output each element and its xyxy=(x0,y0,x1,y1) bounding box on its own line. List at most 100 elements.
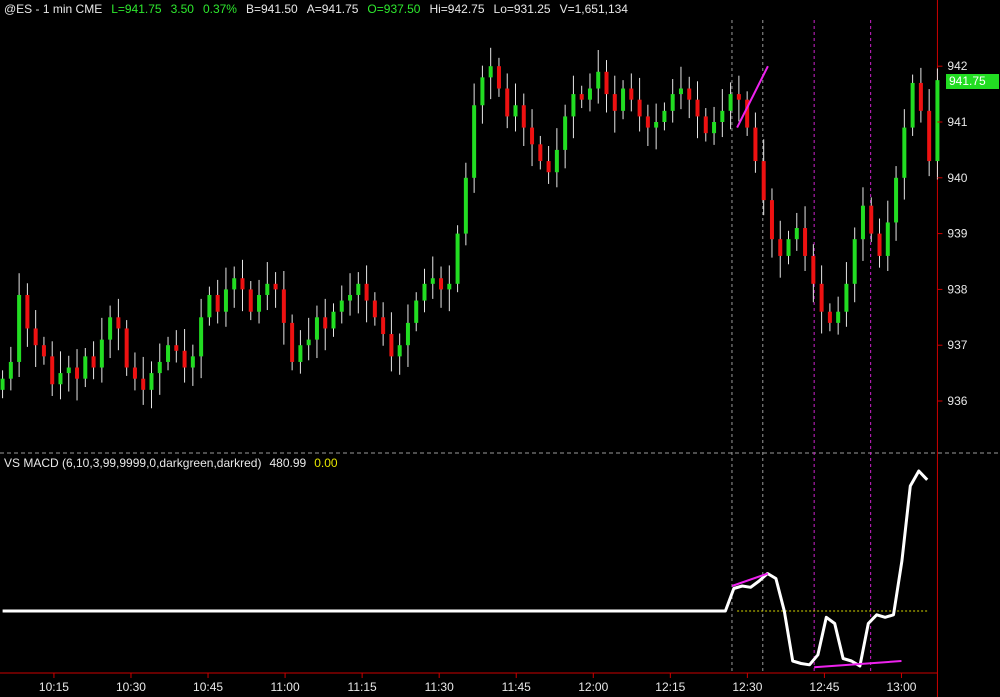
candle-body xyxy=(405,322,410,346)
candle-body xyxy=(894,177,899,223)
candle-body xyxy=(513,105,518,117)
price-candles xyxy=(0,47,940,409)
candle-body xyxy=(174,345,179,351)
candle-body xyxy=(273,283,278,290)
y-tick-label: 940 xyxy=(947,171,967,185)
candle-body xyxy=(645,116,650,128)
candle-body xyxy=(546,161,551,173)
candle-body xyxy=(579,94,584,100)
x-tick-label: 10:15 xyxy=(39,680,69,694)
candle-body xyxy=(521,105,526,128)
y-tick-label: 936 xyxy=(947,394,967,408)
candle-body xyxy=(339,300,344,312)
candle-body xyxy=(811,255,816,284)
x-tick-label: 11:00 xyxy=(271,680,300,694)
x-tick-label: 12:15 xyxy=(655,680,685,694)
indicator-zero: 0.00 xyxy=(314,456,338,470)
price-axis: 936 937 938 939 940 941 942 xyxy=(937,59,968,408)
candle-body xyxy=(356,283,361,295)
candle-body xyxy=(141,378,146,390)
candle-body xyxy=(596,71,601,89)
candle-body xyxy=(563,116,568,150)
indicator-name: VS MACD (6,10,3,99,9999,0,darkgreen,dark… xyxy=(4,456,262,470)
volume: V=1,651,134 xyxy=(559,2,628,16)
candle-body xyxy=(935,80,940,162)
candle-body xyxy=(25,294,30,329)
candle-body xyxy=(480,77,485,106)
candle-body xyxy=(323,317,328,329)
candle-body xyxy=(149,373,154,390)
candle-body xyxy=(215,294,220,312)
candle-body xyxy=(257,294,262,312)
candle-body xyxy=(720,110,725,122)
y-tick-label: 937 xyxy=(947,338,967,352)
candle-body xyxy=(306,339,311,346)
last-price: L=941.75 xyxy=(111,2,162,16)
candle-body xyxy=(364,283,369,301)
candle-body xyxy=(662,110,667,122)
candle-body xyxy=(902,127,907,178)
candle-body xyxy=(761,161,766,201)
candle-body xyxy=(695,99,700,117)
candle-body xyxy=(223,289,228,312)
net-change: 3.50 xyxy=(170,2,194,16)
candle-body xyxy=(439,278,444,290)
macd-panel xyxy=(2,469,929,669)
x-tick-label: 12:30 xyxy=(732,680,762,694)
candle-body xyxy=(132,367,137,379)
candle-body xyxy=(712,122,717,134)
candle-body xyxy=(803,228,808,256)
indicator-value: 480.99 xyxy=(269,456,307,470)
candle-body xyxy=(496,66,501,89)
candle-body xyxy=(75,367,80,379)
candle-body xyxy=(58,373,63,385)
high-price: Hi=942.75 xyxy=(429,2,485,16)
candle-body xyxy=(852,239,857,284)
candle-body xyxy=(621,88,626,111)
pct-change: 0.37% xyxy=(202,2,237,16)
candle-body xyxy=(488,66,493,78)
ask-price: A=941.75 xyxy=(306,2,359,16)
candle-body xyxy=(240,278,245,290)
candle-body xyxy=(124,328,129,368)
candle-body xyxy=(108,317,113,340)
candle-body xyxy=(455,233,460,284)
open-price: O=937.50 xyxy=(367,2,421,16)
y-tick-label: 941 xyxy=(947,115,967,129)
price-divergence-line xyxy=(736,65,769,129)
candle-body xyxy=(99,339,104,368)
x-tick-label: 11:15 xyxy=(348,680,377,694)
candle-body xyxy=(827,311,832,323)
candle-body xyxy=(910,82,915,128)
candle-body xyxy=(587,88,592,100)
candle-body xyxy=(678,88,683,95)
indicator-header: VS MACD (6,10,3,99,9999,0,darkgreen,dark… xyxy=(4,456,346,470)
y-tick-label: 939 xyxy=(947,227,967,241)
candle-body xyxy=(505,88,510,117)
candle-body xyxy=(298,345,303,362)
candle-body xyxy=(538,144,543,162)
candle-body xyxy=(736,94,741,100)
candle-body xyxy=(637,99,642,117)
candle-body xyxy=(753,127,758,162)
x-tick-label: 10:30 xyxy=(116,680,146,694)
y-tick-label: 938 xyxy=(947,282,967,296)
candle-body xyxy=(157,361,162,374)
time-axis: 10:15 10:30 10:45 11:00 11:15 11:30 11:45 12:00… xyxy=(39,673,917,694)
candle-body xyxy=(314,317,319,340)
candle-body xyxy=(290,322,295,362)
macd-line xyxy=(2,469,929,668)
x-tick-label: 13:00 xyxy=(886,680,916,694)
candle-body xyxy=(571,94,576,117)
candle-body xyxy=(414,300,419,323)
quote-header: @ES - 1 min CME L=941.75 3.50 0.37% B=941.50… xyxy=(4,2,637,16)
candle-body xyxy=(670,94,675,111)
candle-body xyxy=(372,300,377,318)
candle-body xyxy=(381,317,386,335)
candle-body xyxy=(389,334,394,357)
candle-body xyxy=(83,356,88,379)
candle-body xyxy=(348,294,353,301)
candle-body xyxy=(463,177,468,234)
candle-body xyxy=(918,82,923,111)
candle-body xyxy=(687,88,692,100)
